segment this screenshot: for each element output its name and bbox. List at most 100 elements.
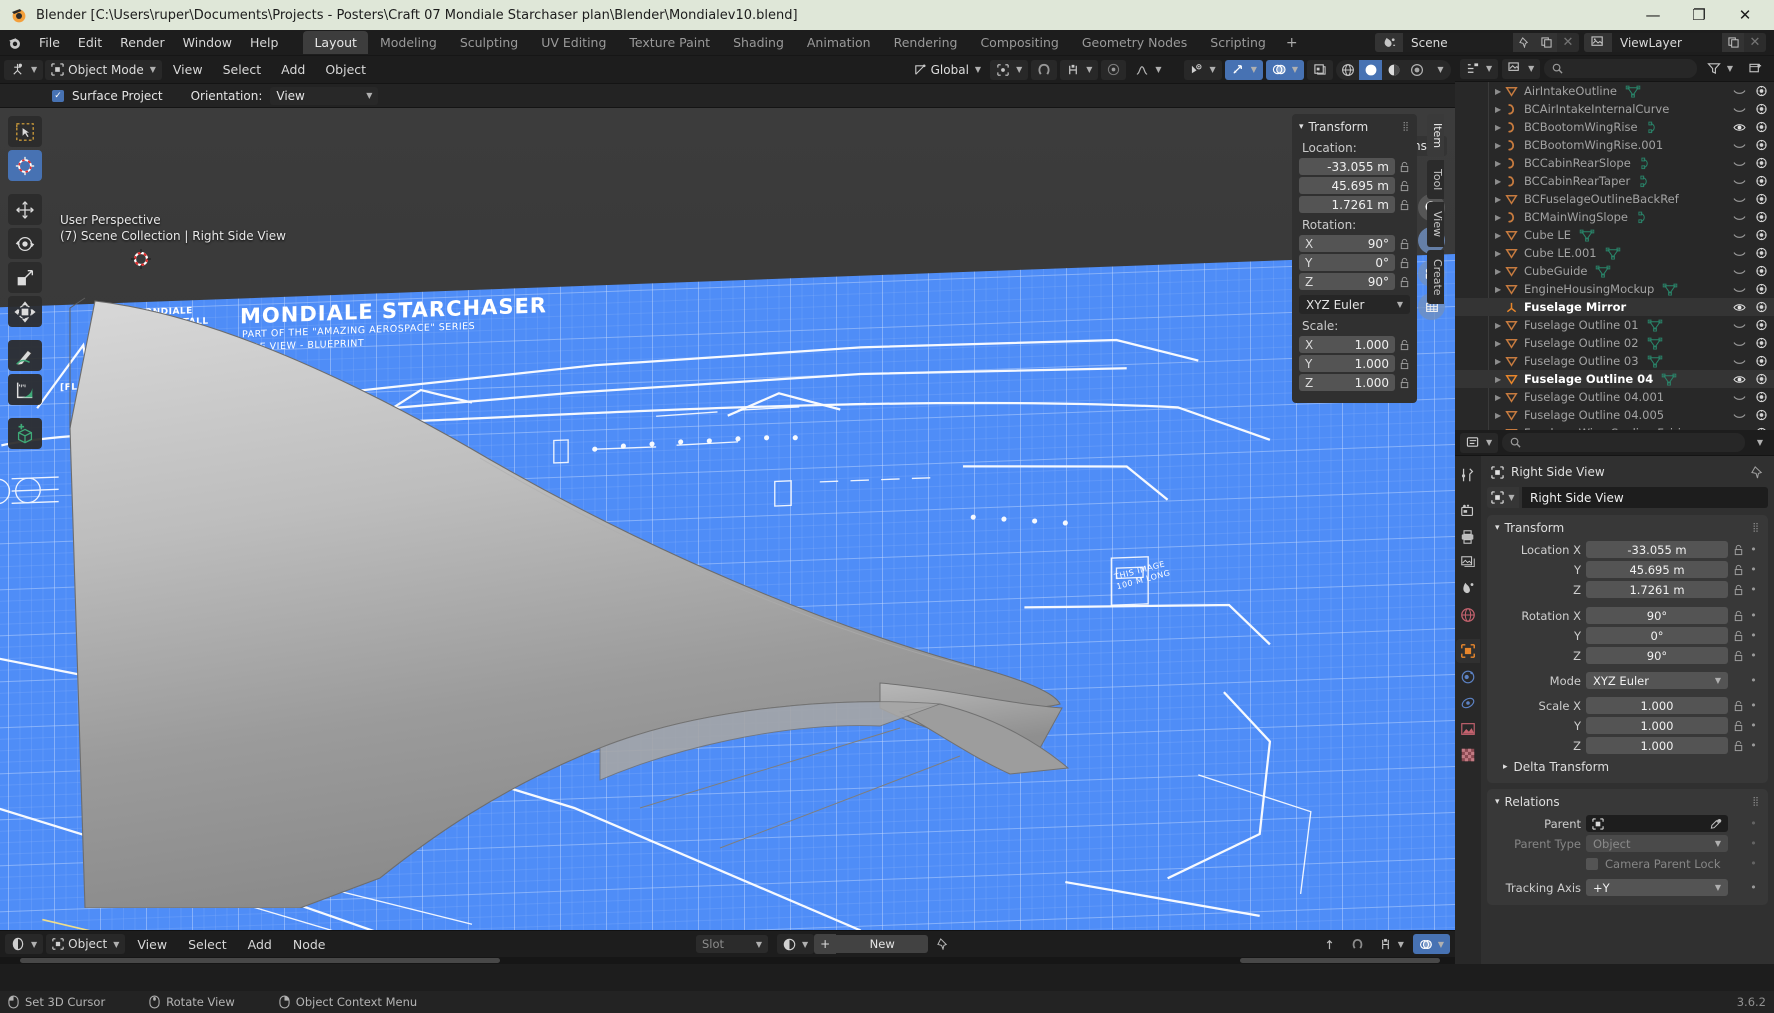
lock-icon[interactable] xyxy=(1399,276,1410,288)
n-tab-create[interactable]: Create xyxy=(1427,249,1444,305)
prop-location-x-field[interactable]: -33.055 m xyxy=(1586,541,1728,558)
ptab-object[interactable] xyxy=(1456,639,1480,663)
animate-property-icon[interactable]: • xyxy=(1749,543,1758,556)
lock-icon[interactable] xyxy=(1399,180,1410,192)
pin-id-icon[interactable] xyxy=(1751,465,1764,479)
add-material-button[interactable]: + xyxy=(814,934,837,954)
expand-triangle-icon[interactable]: ▶ xyxy=(1495,141,1504,150)
hide-in-viewport-icon[interactable] xyxy=(1733,374,1746,385)
outliner-row[interactable]: ▶ Fuselage Outline 04.005 xyxy=(1455,406,1774,424)
outliner-row[interactable]: ▶ Fuselage Outline 04 xyxy=(1455,370,1774,388)
transform-panel-drag-dots[interactable]: ⣿ xyxy=(1752,523,1760,533)
ptab-world[interactable] xyxy=(1456,603,1480,627)
prop-scale-z-field[interactable]: 1.000 xyxy=(1586,737,1728,754)
surface-project-checkbox[interactable]: ✓ xyxy=(52,89,64,102)
tab-shading[interactable]: Shading xyxy=(722,31,795,54)
app-menu-icon[interactable] xyxy=(4,33,26,53)
prop-rotation-y-field[interactable]: 0° xyxy=(1586,627,1728,644)
outliner-row[interactable]: ▶ Fuselage Outline 02 xyxy=(1455,334,1774,352)
hide-in-viewport-icon[interactable] xyxy=(1733,104,1746,115)
relations-panel-header[interactable]: ▾ Relations ⣿ xyxy=(1487,793,1768,814)
n-location-z-field[interactable]: 1.7261 m xyxy=(1299,196,1395,213)
outliner-row[interactable]: ▶ BCBootomWingRise xyxy=(1455,118,1774,136)
viewlayer-copy-icon[interactable] xyxy=(1722,33,1744,52)
prop-camera-parent-lock-field[interactable]: Camera Parent Lock xyxy=(1586,855,1728,872)
tab-compositing[interactable]: Compositing xyxy=(969,31,1069,54)
n-location-x-field[interactable]: -33.055 m xyxy=(1299,158,1395,175)
disable-in-renders-icon[interactable] xyxy=(1755,337,1768,349)
viewlayer-delete-icon[interactable]: ✕ xyxy=(1744,33,1766,52)
animate-property-icon[interactable]: • xyxy=(1749,563,1758,576)
tab-geometry-nodes[interactable]: Geometry Nodes xyxy=(1071,31,1198,54)
ptab-tool[interactable] xyxy=(1456,463,1480,487)
hide-in-viewport-icon[interactable] xyxy=(1733,230,1746,241)
hide-in-viewport-icon[interactable] xyxy=(1733,392,1746,403)
hide-in-viewport-icon[interactable] xyxy=(1733,158,1746,169)
object-name-field[interactable]: ▼ Right Side View xyxy=(1487,487,1768,508)
ptab-physics[interactable] xyxy=(1456,691,1480,715)
minimize-button[interactable]: — xyxy=(1630,0,1676,30)
disable-in-renders-icon[interactable] xyxy=(1755,157,1768,169)
ptab-texture[interactable] xyxy=(1456,743,1480,767)
n-tab-view[interactable]: View xyxy=(1427,202,1444,247)
disable-in-renders-icon[interactable] xyxy=(1755,247,1768,259)
hide-in-viewport-icon[interactable] xyxy=(1733,338,1746,349)
outliner-row[interactable]: ▶ BCBootomWingRise.001 xyxy=(1455,136,1774,154)
lock-icon[interactable] xyxy=(1733,740,1744,752)
hide-in-viewport-icon[interactable] xyxy=(1733,284,1746,295)
add-workspace-button[interactable]: + xyxy=(1278,32,1306,54)
maximize-button[interactable]: ❐ xyxy=(1676,0,1722,30)
proportional-edit-button[interactable] xyxy=(1101,59,1127,80)
mode-selector[interactable]: Object Mode ▼ xyxy=(45,59,162,80)
animate-property-icon[interactable]: • xyxy=(1749,881,1758,894)
tab-uv-editing[interactable]: UV Editing xyxy=(530,31,617,54)
n-scale-y-field[interactable]: Y 1.000 xyxy=(1299,355,1395,372)
shading-rendered-button[interactable] xyxy=(1405,60,1428,80)
tool-annotate[interactable] xyxy=(8,340,42,371)
node-menu-select[interactable]: Select xyxy=(179,934,236,955)
scene-pin-icon[interactable] xyxy=(1513,33,1535,52)
properties-search-input[interactable] xyxy=(1502,433,1745,452)
disable-in-renders-icon[interactable] xyxy=(1755,175,1768,187)
outliner-row[interactable]: ▶ BCAirIntakeInternalCurve xyxy=(1455,100,1774,118)
show-overlays-button[interactable]: ▼ xyxy=(1224,59,1263,80)
eyedropper-icon[interactable] xyxy=(1710,818,1722,830)
prop-rotation-mode-dropdown[interactable]: XYZ Euler ▼ xyxy=(1586,672,1728,689)
hide-in-viewport-icon[interactable] xyxy=(1733,212,1746,223)
tab-texture-paint[interactable]: Texture Paint xyxy=(618,31,721,54)
pivot-point-button[interactable]: ▼ xyxy=(990,59,1029,80)
lock-icon[interactable] xyxy=(1733,700,1744,712)
hide-in-viewport-icon[interactable] xyxy=(1733,428,1746,431)
animate-property-icon[interactable]: • xyxy=(1749,674,1758,687)
animate-property-icon[interactable]: • xyxy=(1749,583,1758,596)
menu-help[interactable]: Help xyxy=(241,32,288,53)
viewport-menu-select[interactable]: Select xyxy=(214,59,271,80)
object-id-type-icon[interactable]: ▼ xyxy=(1487,487,1519,508)
delta-transform-subpanel[interactable]: ▸ Delta Transform xyxy=(1487,756,1768,776)
viewport-3d[interactable]: MONDIALE STARCHASER PART OF THE "AMAZING… xyxy=(0,108,1455,930)
outliner-row[interactable]: ▶ BCCabinRearSlope xyxy=(1455,154,1774,172)
prop-location-y-field[interactable]: 45.695 m xyxy=(1586,561,1728,578)
node-menu-node[interactable]: Node xyxy=(284,934,335,955)
snap-target-button[interactable]: ▼ xyxy=(1060,59,1099,80)
transform-panel-header[interactable]: ▾ Transform ⣿ xyxy=(1487,519,1768,540)
tab-scripting[interactable]: Scripting xyxy=(1199,31,1277,54)
disable-in-renders-icon[interactable] xyxy=(1755,229,1768,241)
tab-sculpting[interactable]: Sculpting xyxy=(449,31,529,54)
hide-in-viewport-icon[interactable] xyxy=(1733,248,1746,259)
shading-wireframe-button[interactable] xyxy=(1336,60,1359,80)
node-overlays-icon[interactable]: ▼ xyxy=(1412,934,1450,954)
disable-in-renders-icon[interactable] xyxy=(1755,391,1768,403)
xray-toggle-button[interactable]: ▼ xyxy=(1265,59,1304,80)
n-panel-transform-header[interactable]: ▾ Transform ⣿ xyxy=(1299,120,1410,134)
ptab-material[interactable] xyxy=(1456,717,1480,741)
shading-dropdown-icon[interactable]: ▼ xyxy=(1428,60,1451,80)
n-rotation-y-field[interactable]: Y 0° xyxy=(1299,254,1395,271)
lock-icon[interactable] xyxy=(1733,650,1744,662)
outliner-row[interactable]: ▶ Fuselage Outline 01 xyxy=(1455,316,1774,334)
disable-in-renders-icon[interactable] xyxy=(1755,355,1768,367)
disable-in-renders-icon[interactable] xyxy=(1755,121,1768,133)
expand-triangle-icon[interactable]: ▶ xyxy=(1495,105,1504,114)
expand-triangle-icon[interactable]: ▶ xyxy=(1495,411,1504,420)
tab-layout[interactable]: Layout xyxy=(303,31,368,54)
